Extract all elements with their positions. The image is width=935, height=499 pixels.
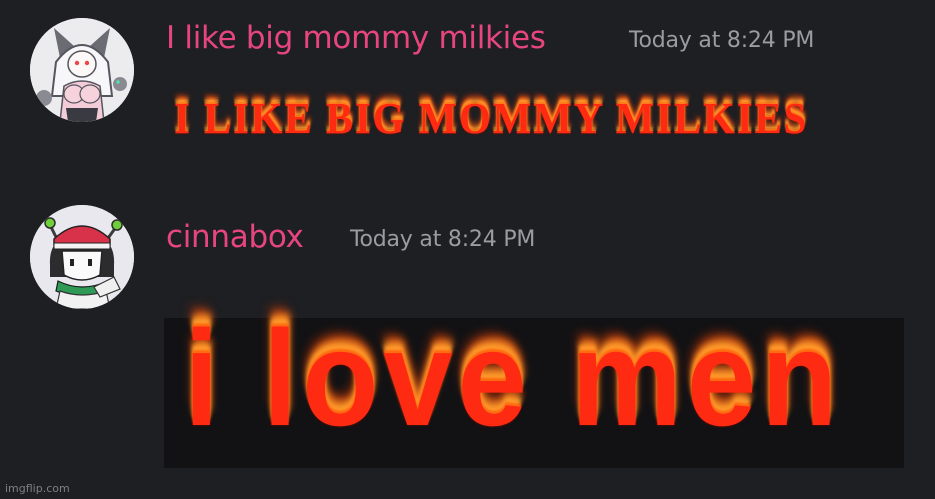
watermark: imgflip.com [5, 482, 70, 495]
message-content: I LIKE BIG MOMMY MILKIES [174, 94, 809, 143]
timestamp: Today at 8:24 PM [350, 227, 536, 252]
timestamp: Today at 8:24 PM [629, 28, 815, 53]
avatar[interactable] [30, 18, 134, 122]
cave-story-character-avatar-icon [30, 205, 134, 309]
username[interactable]: I like big mommy milkies [166, 20, 546, 56]
avatar[interactable] [30, 205, 134, 309]
message-1: I like big mommy milkies Today at 8:24 P… [0, 0, 935, 200]
message-content: i love men [184, 302, 842, 454]
username[interactable]: cinnabox [166, 219, 304, 255]
anime-character-avatar-icon [30, 18, 134, 122]
